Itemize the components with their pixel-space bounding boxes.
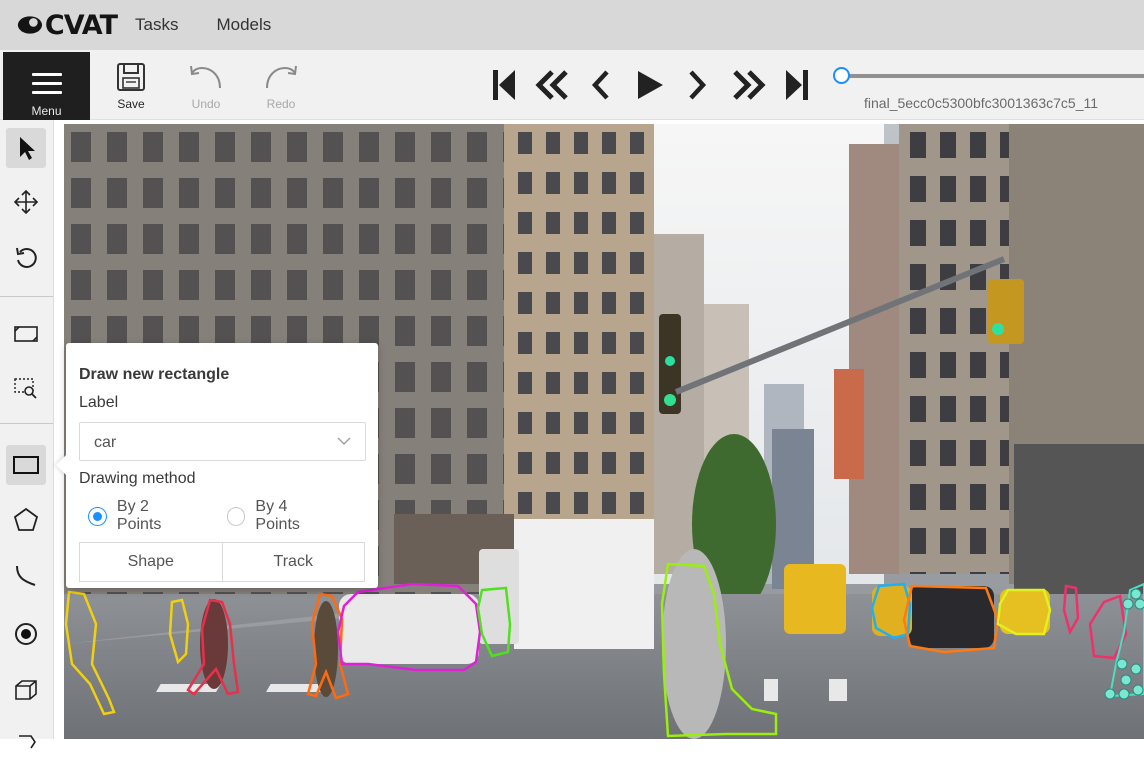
first-frame-icon[interactable] [491,68,517,102]
draw-polyline-tool[interactable] [6,556,46,596]
radio-unchecked-icon [226,506,246,526]
label-heading: Label [79,394,119,411]
menu-label: Menu [31,104,62,118]
hamburger-icon [32,73,62,100]
zoom-region-icon [14,378,37,399]
method-heading: Drawing method [79,470,196,487]
top-header: CVAT Tasks Models [0,0,1144,50]
move-tool[interactable] [6,182,46,222]
radio-by-2-points[interactable]: By 2 Points [88,498,198,534]
draw-rectangle-popover: Draw new rectangle Label car Drawing met… [66,343,378,588]
draw-rectangle-tool[interactable] [6,445,46,485]
fast-forward-icon[interactable] [730,68,766,102]
redo-label: Redo [266,97,296,111]
tag-tool[interactable] [6,720,46,760]
save-label: Save [117,97,145,111]
menu-button[interactable]: Menu [3,52,90,120]
draw-cuboid-tool[interactable] [6,670,46,710]
eye-logo-icon [17,16,43,34]
fit-image-tool[interactable] [6,314,46,354]
cursor-tool[interactable] [6,128,46,168]
fast-backward-icon[interactable] [535,68,571,102]
label-select-value: car [94,434,117,451]
frame-slider-handle[interactable] [833,67,850,84]
annotation-toolbar: Menu Save Undo Redo final_5ecc0c5300bfc3… [0,50,1144,120]
fit-image-icon [14,326,38,342]
rotate-icon [16,247,37,268]
frame-slider-track[interactable] [842,74,1144,78]
polyline-icon [16,565,36,586]
rectangle-icon [13,456,39,474]
next-frame-icon[interactable] [686,68,708,102]
nav-models[interactable]: Models [216,15,293,35]
save-icon [117,63,145,91]
last-frame-icon[interactable] [784,68,810,102]
undo-button[interactable]: Undo [176,62,236,111]
play-icon[interactable] [635,68,665,102]
radio-by-4-points[interactable]: By 4 Points [226,498,337,534]
polygon-icon [13,507,39,531]
frame-filename: final_5ecc0c5300bfc3001363c7c5_11 [864,95,1099,111]
rotate-tool[interactable] [6,238,46,278]
previous-frame-icon[interactable] [590,68,612,102]
undo-icon [190,65,221,89]
logo-text: CVAT [44,9,118,41]
save-button[interactable]: Save [101,62,161,111]
shape-button[interactable]: Shape [79,542,223,582]
popover-title: Draw new rectangle [79,366,230,383]
tag-icon [19,735,36,749]
draw-polygon-tool[interactable] [6,500,46,540]
cursor-icon [20,137,35,160]
label-select[interactable]: car [79,422,366,461]
redo-button[interactable]: Redo [251,62,311,111]
cuboid-icon [15,680,37,700]
undo-label: Undo [191,97,221,111]
radio-checked-icon [88,506,107,526]
points-icon [15,623,37,645]
draw-points-tool[interactable] [6,614,46,654]
nav-tasks[interactable]: Tasks [135,15,200,35]
radio-by-4-points-label: By 4 Points [255,498,300,533]
controls-sidebar [0,120,54,749]
zoom-region-tool[interactable] [6,368,46,408]
chevron-down-icon [337,437,351,445]
radio-by-2-points-label: By 2 Points [116,498,162,533]
move-icon [13,189,39,215]
redo-icon [266,65,297,89]
track-button[interactable]: Track [221,542,365,582]
cvat-logo[interactable]: CVAT [17,9,118,41]
